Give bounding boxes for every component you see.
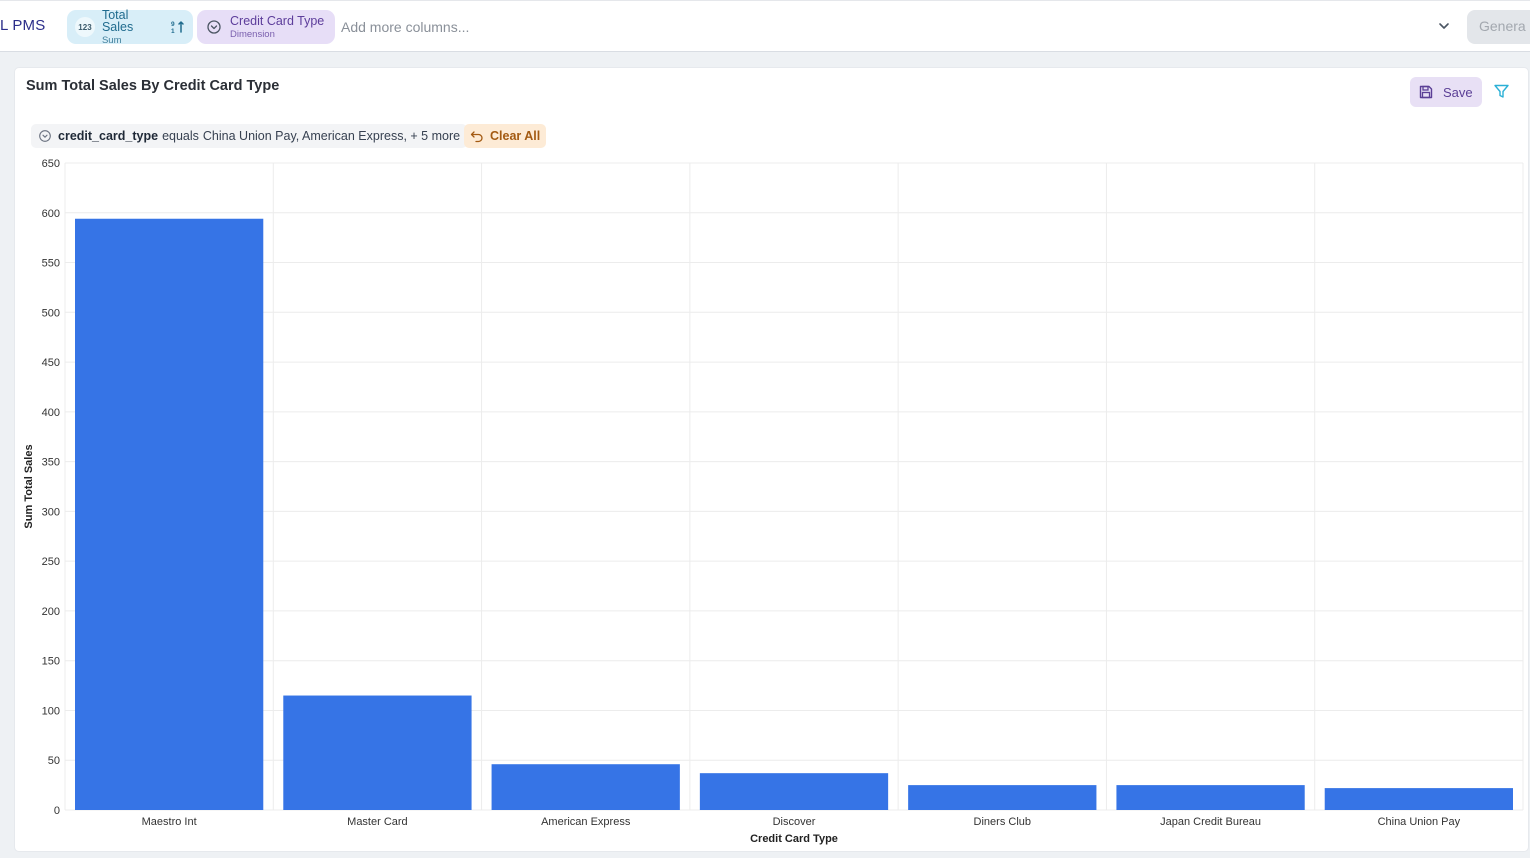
y-tick-label: 350 (42, 457, 60, 469)
bar (283, 695, 472, 810)
bar (908, 785, 1097, 810)
x-tick-label: Master Card (347, 816, 408, 828)
bar-chart: 0 50 100 150 200 250 300 350 400 450 500 550 600 650 M… (23, 158, 1524, 845)
x-tick-label: Japan Credit Bureau (1160, 816, 1261, 828)
x-tick-label: China Union Pay (1378, 816, 1461, 828)
y-tick-label: 600 (42, 208, 60, 220)
y-tick-label: 150 (42, 656, 60, 668)
y-tick-label: 450 (42, 357, 60, 369)
bar (1116, 785, 1305, 810)
x-tick-label: American Express (541, 816, 631, 828)
y-tick-label: 650 (42, 158, 60, 170)
y-tick-label: 500 (42, 307, 60, 319)
y-tick-label: 300 (42, 506, 60, 518)
y-tick-label: 0 (54, 805, 60, 817)
y-tick-label: 250 (42, 556, 60, 568)
y-axis-title: Sum Total Sales (23, 444, 35, 528)
bar (75, 218, 264, 811)
y-tick-label: 400 (42, 407, 60, 419)
bar (491, 764, 680, 810)
y-tick-label: 100 (42, 705, 60, 717)
x-tick-label: Maestro Int (142, 816, 197, 828)
x-tick-label: Discover (773, 816, 816, 828)
y-tick-label: 550 (42, 258, 60, 270)
x-axis-title: Credit Card Type (750, 833, 838, 845)
y-tick-label: 200 (42, 606, 60, 618)
y-tick-label: 50 (48, 755, 60, 767)
x-tick-label: Diners Club (974, 816, 1031, 828)
bar (1324, 788, 1513, 810)
bar (699, 773, 889, 810)
